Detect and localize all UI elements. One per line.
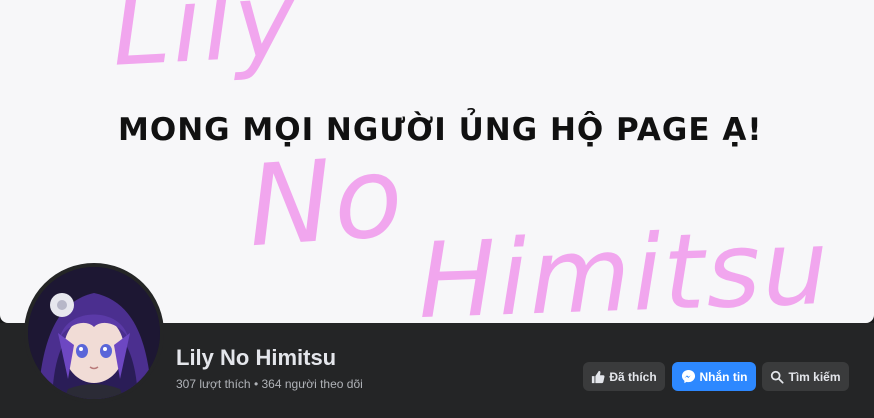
search-icon (770, 370, 785, 384)
stats-separator: • (250, 377, 262, 391)
cover-headline: MONG MỌI NGƯỜI ỦNG HỘ PAGE Ạ! (118, 112, 763, 148)
page-title[interactable]: Lily No Himitsu (176, 345, 336, 371)
message-label: Nhắn tin (699, 369, 748, 384)
cover-script-lily: Lily (108, 0, 301, 90)
liked-button[interactable]: Đã thích (583, 362, 665, 391)
page-stats: 307 lượt thích • 364 người theo dõi (176, 377, 363, 391)
message-button[interactable]: Nhắn tin (672, 362, 756, 391)
thumbs-up-icon (591, 370, 605, 384)
likes-count[interactable]: 307 lượt thích (176, 377, 251, 391)
search-label: Tìm kiếm (788, 369, 841, 384)
cover-script-no: No (243, 131, 409, 273)
cover-script-himitsu: Himitsu (415, 205, 833, 323)
followers-count[interactable]: 364 người theo dõi (261, 377, 362, 391)
avatar-illustration (28, 267, 160, 399)
messenger-icon (681, 369, 696, 384)
liked-label: Đã thích (609, 369, 657, 384)
search-button[interactable]: Tìm kiếm (762, 362, 849, 391)
profile-avatar[interactable] (24, 263, 164, 403)
